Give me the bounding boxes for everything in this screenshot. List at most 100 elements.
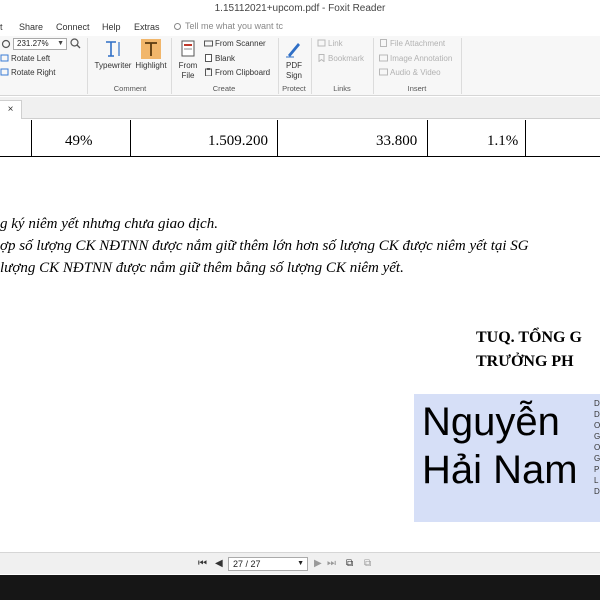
image-icon [379, 54, 388, 62]
links-group-label: Links [333, 84, 351, 93]
page-number-value: 27 / 27 [233, 559, 261, 569]
comment-group-label: Comment [113, 84, 147, 93]
group-separator [278, 38, 279, 94]
from-scanner-button[interactable]: From Scanner [204, 38, 266, 49]
signature-detail-char: D [594, 399, 600, 408]
digital-signature-field[interactable]: Nguyễn Hải Nam D D O G O G P L D [414, 394, 600, 522]
table-border [277, 120, 278, 157]
pen-sign-icon [286, 43, 300, 58]
page-number-select[interactable]: 27 / 27 ▼ [228, 557, 308, 571]
zoom-value: 231.27% [17, 39, 49, 48]
menu-bar: t Share Connect Help Extras Tell me what… [0, 18, 600, 36]
clipboard-icon [205, 68, 212, 76]
note-line: ợp số lượng CK NĐTNN được nắm giữ thêm l… [0, 238, 529, 254]
signature-detail-char: G [594, 454, 600, 463]
bookmark-button[interactable]: Bookmark [317, 53, 364, 64]
from-clipboard-label: From Clipboard [215, 68, 271, 77]
menu-item-partial[interactable]: t [0, 22, 3, 32]
bookmark-label: Bookmark [328, 54, 365, 63]
group-separator [373, 38, 374, 94]
last-page-icon[interactable]: ⏭ [327, 558, 336, 570]
chevron-down-icon: ▼ [297, 560, 304, 567]
pdf-page-view[interactable]: 49% 1.509.200 33.800 1.1% g ký niêm yết … [0, 120, 600, 550]
foxit-reader-window: 1.15112021+upcom.pdf - Foxit Reader t Sh… [0, 0, 600, 600]
pdf-sign-button[interactable]: PDF Sign [282, 39, 306, 81]
typewriter-icon [106, 41, 120, 57]
signature-detail-char: L [594, 476, 599, 485]
document-tab-bar: × [0, 97, 600, 119]
protect-group-label: Protect [282, 84, 306, 93]
next-page-icon[interactable]: ▶ [314, 558, 322, 570]
lightbulb-icon [174, 23, 181, 30]
menu-item-connect[interactable]: Connect [56, 22, 90, 32]
audio-video-button[interactable]: Audio & Video [379, 67, 441, 78]
file-attachment-label: File Attachment [390, 39, 446, 48]
table-border [31, 120, 32, 157]
window-title: 1.15112021+upcom.pdf - Foxit Reader [0, 0, 600, 18]
zoom-select[interactable]: 231.27% ▼ [13, 38, 67, 50]
audio-video-label: Audio & Video [390, 68, 441, 77]
rotate-left-icon [0, 54, 9, 62]
from-clipboard-button[interactable]: From Clipboard [204, 67, 270, 78]
highlight-label: Highlight [135, 61, 167, 70]
link-icon [317, 39, 326, 47]
signer-title-line-1: TUQ. TỔNG G [476, 329, 582, 346]
typewriter-button[interactable]: Typewriter [92, 39, 134, 71]
table-row: 49% 1.509.200 33.800 1.1% [0, 120, 600, 157]
rotate-left-label: Rotate Left [11, 54, 51, 63]
file-attachment-button[interactable]: File Attachment [379, 38, 445, 49]
typewriter-label: Typewriter [94, 61, 132, 70]
table-cell: 33.800 [376, 133, 418, 149]
from-scanner-label: From Scanner [215, 39, 266, 48]
group-separator [311, 38, 312, 94]
rotate-right-button[interactable]: Rotate Right [0, 67, 55, 78]
signature-detail-char: G [594, 432, 600, 441]
create-group-label: Create [212, 84, 236, 93]
first-page-icon[interactable]: ⏮ [198, 558, 207, 570]
tell-me-box[interactable]: Tell me what you want tc [174, 21, 283, 31]
table-border [130, 120, 131, 157]
navigation-bar: ⏮ ◀ 27 / 27 ▼ ▶ ⏭ ⧉ ⧉ [0, 552, 600, 574]
signature-detail-char: D [594, 487, 600, 496]
signature-details: D D O G O G P L D [594, 398, 600, 497]
table-border [427, 120, 428, 157]
from-file-button[interactable]: From File [175, 39, 201, 81]
pdf-sign-label-2: Sign [285, 71, 302, 80]
group-separator [87, 38, 88, 94]
media-icon [379, 68, 388, 76]
table-cell: 1.1% [487, 133, 519, 149]
highlight-button[interactable]: Highlight [135, 39, 167, 71]
group-separator [171, 38, 172, 94]
image-annotation-button[interactable]: Image Annotation [379, 53, 452, 64]
signer-title-line-2: TRƯỞNG PH [476, 353, 574, 370]
page-layout-icon[interactable]: ⧉ [346, 558, 353, 570]
from-file-label-1: From [178, 61, 198, 70]
menu-item-extras[interactable]: Extras [134, 22, 160, 32]
signature-detail-char: O [594, 421, 600, 430]
blank-button[interactable]: Blank [204, 53, 235, 64]
signature-name-line-2: Hải Nam [422, 448, 578, 492]
zoom-out-icon[interactable] [1, 39, 11, 49]
signature-detail-char: D [594, 410, 600, 419]
from-file-label-2: File [181, 71, 195, 80]
zoom-in-icon[interactable] [70, 38, 81, 49]
bookmark-icon [318, 54, 325, 62]
blank-page-icon [205, 54, 212, 62]
highlight-icon [141, 39, 161, 59]
ribbon: 231.27% ▼ Rotate Left Rotate Right Typewr… [0, 36, 600, 96]
tab-close-button[interactable]: × [0, 100, 22, 119]
link-button[interactable]: Link [317, 38, 343, 49]
rotate-left-button[interactable]: Rotate Left [0, 53, 50, 64]
link-label: Link [328, 39, 343, 48]
previous-page-icon[interactable]: ◀ [215, 558, 223, 570]
menu-item-help[interactable]: Help [102, 22, 121, 32]
image-annotation-label: Image Annotation [390, 54, 453, 63]
two-page-icon[interactable]: ⧉ [364, 558, 371, 570]
signature-detail-char: P [594, 465, 600, 474]
menu-item-share[interactable]: Share [19, 22, 43, 32]
taskbar [0, 575, 600, 600]
signature-name-line-1: Nguyễn [422, 400, 560, 444]
note-line: lượng CK NĐTNN được nắm giữ thêm bằng số… [0, 260, 404, 276]
rotate-right-icon [0, 68, 9, 76]
rotate-right-label: Rotate Right [11, 68, 56, 77]
